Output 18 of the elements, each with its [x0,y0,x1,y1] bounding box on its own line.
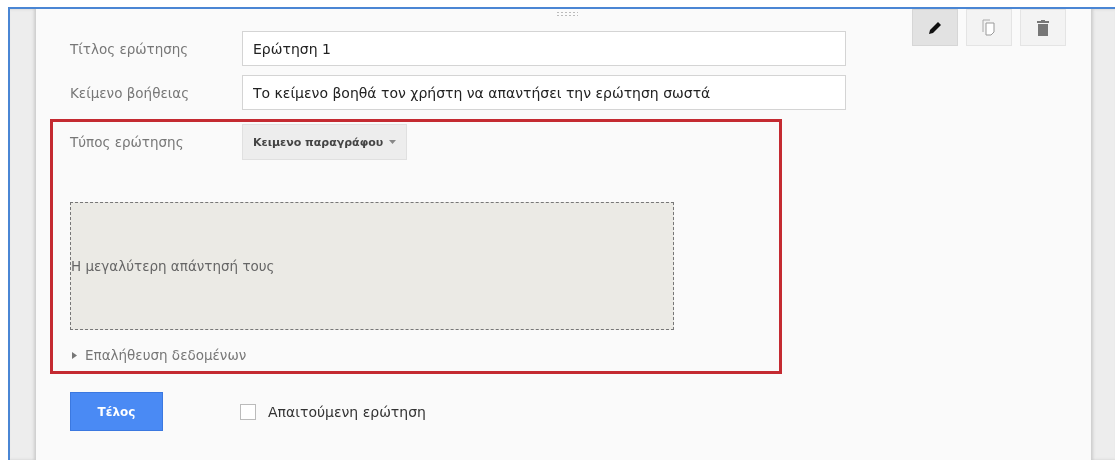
triangle-icon [71,351,77,359]
checkbox-label: Απαιτούμενη ερώτηση [268,403,426,420]
duplicate-button[interactable] [966,9,1012,46]
caret-icon [389,140,397,144]
text-field[interactable]: Ερώτηση 1 [242,31,846,66]
answer-field[interactable]: Η μεγαλύτερη απάντησή τους [70,202,674,330]
validation-toggle[interactable]: Επαλήθευση δεδομένων [70,347,247,363]
trash-icon [1037,19,1049,36]
text-field[interactable]: Το κείμενο βοηθά τον χρήστη να απαντήσει την ερώτηση σωστά [242,75,846,110]
field-label: Τύπος ερώτησης [70,134,185,150]
question-type-dropdown[interactable]: Κειμενο παραγράφου [242,124,408,160]
copy-icon [982,18,996,37]
edit-button[interactable] [912,9,958,46]
field-label: Κείμενο βοήθειας [70,84,191,101]
pencil-icon [928,20,942,35]
checkbox[interactable] [240,403,256,420]
field-label: Τίτλος ερώτησης [70,40,190,57]
delete-button[interactable] [1020,9,1066,46]
